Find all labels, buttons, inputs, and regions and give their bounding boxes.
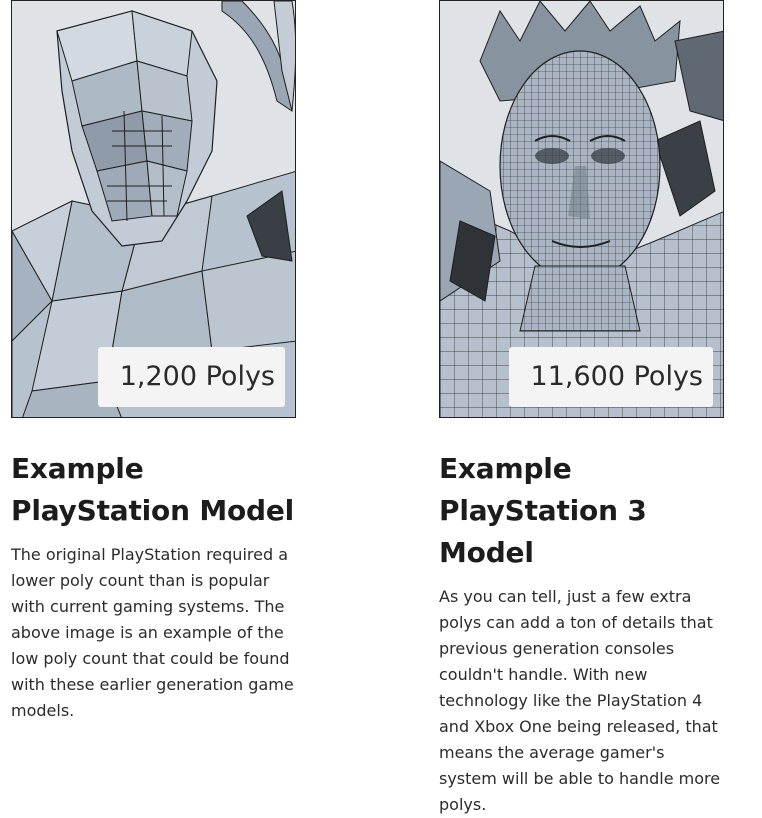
model-title: Example PlayStation 3 Model [439,452,647,569]
model-card-playstation-3: 11,600 Polys Example PlayStation 3 Model… [439,0,729,818]
high-poly-model-image: 11,600 Polys [439,0,724,418]
model-description: The original PlayStation required a lowe… [11,545,294,720]
low-poly-model-image: 1,200 Polys [11,0,296,418]
poly-count-badge: 11,600 Polys [508,347,713,407]
model-description: As you can tell, just a few extra polys … [439,587,721,814]
model-card-playstation: 1,200 Polys Example PlayStation Model Th… [11,0,301,724]
model-title: Example PlayStation Model [11,452,295,527]
poly-count-badge: 1,200 Polys [97,347,285,407]
